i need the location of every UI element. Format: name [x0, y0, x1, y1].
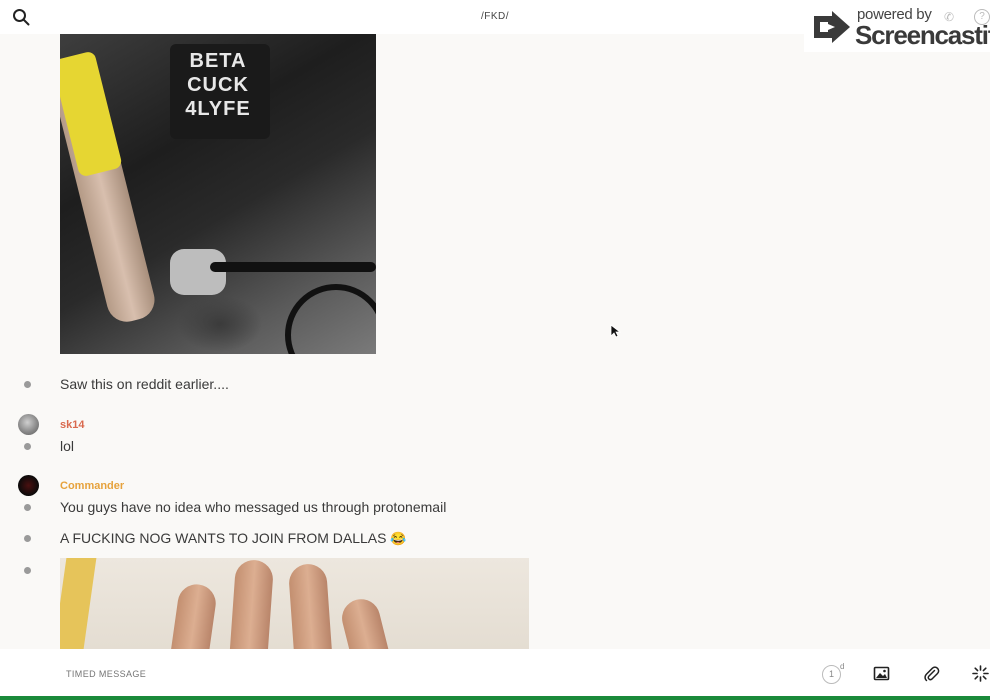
message-text: Saw this on reddit earlier.... [60, 376, 229, 392]
shirt-text-line: BETA [189, 50, 247, 72]
phone-icon: ✆ [944, 10, 955, 24]
timer-unit: d [840, 662, 845, 671]
laughing-emoji-icon: 😂 [390, 531, 407, 546]
photo-finger [338, 595, 404, 649]
image-icon[interactable] [873, 665, 890, 682]
message-dot [24, 381, 31, 388]
timer-value: 1 [822, 665, 841, 684]
timed-message-input[interactable] [66, 667, 666, 681]
photo-wheel [285, 284, 376, 354]
paperclip-icon[interactable] [923, 665, 940, 682]
message-text: lol [60, 438, 75, 454]
message-dot [24, 443, 31, 450]
message-dot [24, 535, 31, 542]
shirt-text-line: CUCK [187, 74, 249, 96]
message-text-body: A FUCKING NOG WANTS TO JOIN FROM DALLAS [60, 530, 387, 546]
message-text: You guys have no idea who messaged us th… [60, 499, 447, 515]
help-icon: ? [974, 9, 990, 25]
message-author[interactable]: sk14 [60, 419, 84, 431]
attached-photo-protest[interactable]: BETA CUCK 4LYFE [60, 34, 376, 354]
screencastify-watermark: powered by Screencastify ✆ ? [804, 2, 990, 52]
photo-finger [287, 562, 335, 649]
photo-yellow-object [60, 558, 97, 649]
shirt-text-line: 4LYFE [185, 98, 251, 120]
timer-icon[interactable]: 1 d [822, 662, 845, 685]
message-dot [24, 504, 31, 511]
photo-glove [170, 249, 226, 295]
message-dot [24, 567, 31, 574]
avatar[interactable] [18, 414, 39, 435]
attached-photo-hand[interactable] [60, 558, 529, 649]
photo-handlebar [210, 262, 376, 272]
mouse-cursor-icon [610, 324, 622, 338]
photo-finger [163, 581, 219, 649]
bottom-border [0, 696, 990, 700]
photo-shirt-text: BETA CUCK 4LYFE [178, 49, 258, 121]
avatar[interactable] [18, 475, 39, 496]
screencastify-logo-icon [814, 11, 850, 43]
message-text: A FUCKING NOG WANTS TO JOIN FROM DALLAS … [60, 530, 407, 547]
watermark-brand: Screencastify [855, 20, 990, 50]
sparkle-icon[interactable] [972, 665, 989, 682]
message-author[interactable]: Commander [60, 480, 124, 492]
photo-finger [227, 558, 275, 649]
